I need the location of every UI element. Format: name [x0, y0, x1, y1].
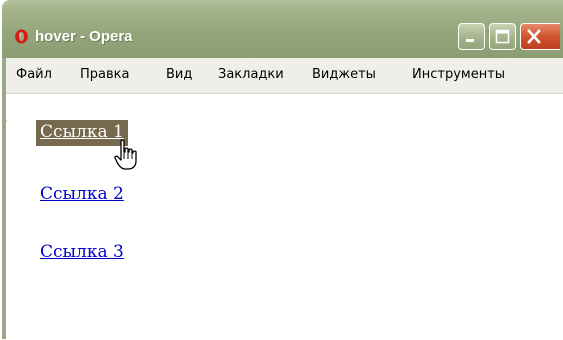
maximize-button[interactable]	[489, 23, 516, 50]
menu-bookmarks[interactable]: Закладки	[218, 67, 284, 82]
browser-window: hover - Opera Файл Правка Вид Закладки В…	[2, 0, 563, 339]
link-3[interactable]: Ссылка 3	[40, 242, 124, 262]
menu-view[interactable]: Вид	[166, 67, 192, 82]
maximize-icon	[495, 29, 510, 44]
minimize-button[interactable]	[458, 23, 485, 50]
menu-bar: Файл Правка Вид Закладки Виджеты Инструм…	[6, 58, 563, 94]
close-button[interactable]	[520, 23, 560, 50]
title-bar[interactable]: hover - Opera	[2, 0, 563, 58]
side-resize-marker	[2, 115, 7, 127]
menu-file[interactable]: Файл	[16, 67, 52, 82]
minimize-icon	[466, 39, 474, 42]
menu-edit[interactable]: Правка	[80, 67, 129, 82]
close-icon	[527, 29, 541, 44]
page-content: Ссылка 1 Ссылка 2 Ссылка 3	[6, 94, 563, 339]
menu-widgets[interactable]: Виджеты	[312, 67, 376, 82]
opera-logo-icon	[15, 29, 28, 44]
window-title: hover - Opera	[35, 28, 133, 45]
menu-tools[interactable]: Инструменты	[412, 67, 505, 82]
hand-pointer-icon	[114, 139, 137, 170]
link-2[interactable]: Ссылка 2	[40, 184, 124, 204]
